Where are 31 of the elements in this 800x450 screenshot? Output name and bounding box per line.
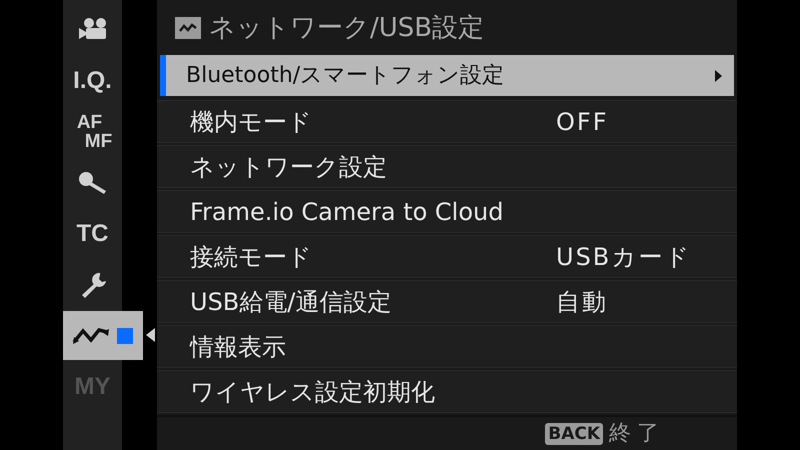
submenu-arrow-icon [715, 70, 722, 82]
menu-row[interactable]: USB給電/通信設定 自動 [157, 280, 737, 323]
menu-row[interactable]: Bluetooth/スマートフォン設定 [160, 55, 734, 96]
row-value: USBカード [556, 244, 692, 268]
menu-row[interactable]: ネットワーク設定 [157, 145, 737, 188]
sidebar-tab[interactable] [63, 311, 143, 360]
menu-row[interactable]: ワイヤレス設定初期化 [157, 370, 737, 413]
sidebar-tab[interactable]: TC [63, 208, 122, 259]
row-label: ワイヤレス設定初期化 [190, 380, 436, 404]
menu-row[interactable]: 情報表示 [157, 325, 737, 368]
network-icon [175, 16, 201, 38]
row-label: Frame.io Camera to Cloud [190, 200, 504, 224]
row-label: ネットワーク設定 [190, 154, 388, 178]
row-value: 自動 [556, 290, 608, 314]
network-arrows-icon [71, 326, 111, 346]
row-value: OFF [556, 110, 608, 134]
sidebar-tab[interactable]: AF MF [63, 106, 122, 157]
microphone-icon [76, 170, 108, 196]
sidebar-tab[interactable]: I.Q. [63, 55, 122, 106]
footer-label: 終了 [609, 420, 665, 448]
row-label: USB給電/通信設定 [190, 290, 392, 314]
menu-row[interactable]: 接続モード USBカード [157, 235, 737, 278]
menu-row[interactable]: Frame.io Camera to Cloud [157, 190, 737, 233]
back-key-badge: BACK [545, 422, 603, 444]
row-label: 情報表示 [190, 334, 287, 358]
menu-title: ネットワーク/USB設定 [209, 14, 484, 40]
row-label: Bluetooth/スマートフォン設定 [186, 64, 506, 86]
row-label: 機内モード [190, 110, 313, 134]
selection-marker [117, 328, 133, 344]
row-label: 接続モード [190, 244, 313, 268]
menu-row[interactable]: 機内モード OFF [157, 100, 737, 143]
